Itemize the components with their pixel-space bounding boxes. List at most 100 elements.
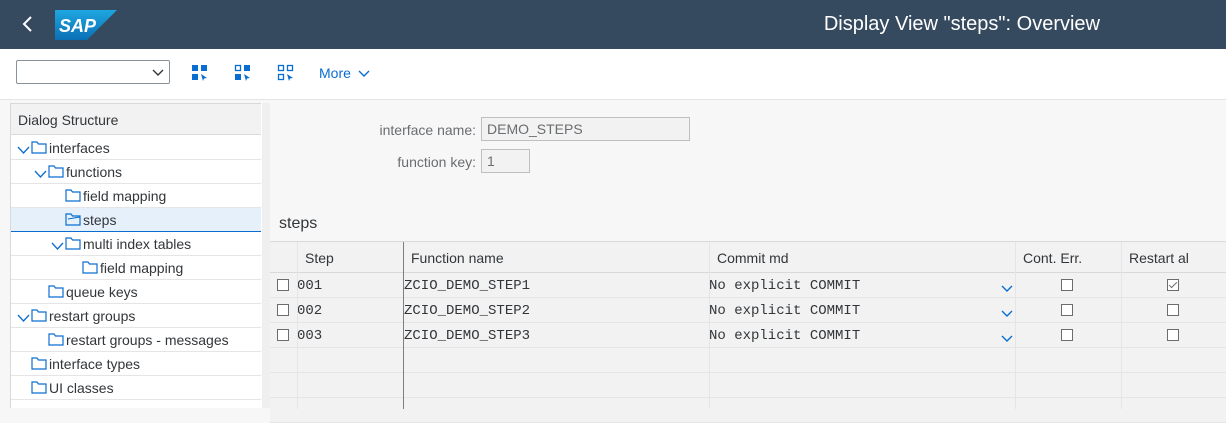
- folder-icon: [31, 308, 47, 322]
- dropdown-chevron-icon[interactable]: [1001, 305, 1013, 317]
- tree-item[interactable]: functions: [11, 160, 261, 184]
- step-cell: 001: [297, 278, 323, 294]
- tree-item-label: multi index tables: [83, 236, 192, 252]
- panel-splitter[interactable]: [262, 103, 270, 408]
- interface-name-label: interface name:: [379, 122, 477, 138]
- column-header-commit-md-label: Commit md: [717, 250, 789, 266]
- function-name-cell: ZCIO_DEMO_STEP3: [404, 328, 531, 344]
- tree-item[interactable]: restart groups: [11, 304, 261, 328]
- deselect-all-icon[interactable]: [277, 64, 295, 82]
- table-row-empty[interactable]: [270, 348, 1226, 373]
- tree-item[interactable]: field mapping: [11, 256, 261, 280]
- column-header-step[interactable]: Step: [297, 242, 403, 273]
- tree-item-label: functions: [66, 164, 123, 180]
- application-toolbar: More: [0, 49, 1226, 100]
- tree-item[interactable]: interfaces: [11, 136, 261, 160]
- table-row[interactable]: 002 ZCIO_DEMO_STEP2 No explicit COMMIT: [270, 298, 1226, 323]
- folder-icon: [31, 140, 47, 154]
- restart-al-checkbox[interactable]: [1167, 304, 1179, 316]
- commit-md-cell[interactable]: No explicit COMMIT: [709, 328, 860, 344]
- tree-item[interactable]: multi index tables: [11, 232, 261, 256]
- column-header-cont-err-label: Cont. Err.: [1023, 250, 1083, 266]
- column-header-commit-md[interactable]: Commit md: [709, 242, 1015, 273]
- dropdown-chevron-icon[interactable]: [1001, 280, 1013, 292]
- row-select-checkbox[interactable]: [277, 279, 289, 291]
- restart-al-checkbox[interactable]: [1167, 329, 1179, 341]
- row-selector-header[interactable]: [270, 242, 297, 273]
- tree-item-label: steps: [83, 212, 117, 228]
- back-arrow-icon[interactable]: [18, 13, 38, 35]
- row-select-checkbox[interactable]: [277, 304, 289, 316]
- sap-logo[interactable]: SAP: [55, 10, 117, 40]
- command-field[interactable]: [16, 60, 170, 84]
- dialog-structure-panel: Dialog Structure interfaces functions fiel…: [10, 103, 264, 408]
- column-header-restart-al[interactable]: Restart al: [1121, 242, 1226, 273]
- table-row[interactable]: 003 ZCIO_DEMO_STEP3 No explicit COMMIT: [270, 323, 1226, 348]
- expand-chevron-icon[interactable]: [17, 142, 30, 154]
- tree-item-label: field mapping: [100, 260, 184, 276]
- table-row-empty[interactable]: [270, 398, 1226, 423]
- page-title: Display View "steps": Overview: [823, 13, 1100, 35]
- folder-icon: [65, 236, 81, 250]
- folder-open-icon: [65, 212, 81, 226]
- tree-item[interactable]: UI classes: [11, 376, 261, 400]
- folder-icon: [48, 284, 64, 298]
- folder-icon: [65, 188, 81, 202]
- column-divider: [1015, 242, 1016, 409]
- tree-item-label: field mapping: [83, 188, 167, 204]
- tree-item-label: queue keys: [66, 284, 138, 300]
- tree-item[interactable]: steps: [11, 208, 261, 232]
- tree-item[interactable]: interface types: [11, 352, 261, 376]
- column-header-step-label: Step: [305, 250, 334, 266]
- table-title: steps: [279, 215, 318, 232]
- sap-logo-text: SAP: [59, 16, 97, 36]
- commit-md-cell[interactable]: No explicit COMMIT: [709, 278, 860, 294]
- column-header-restart-al-label: Restart al: [1129, 250, 1189, 266]
- table-row[interactable]: 001 ZCIO_DEMO_STEP1 No explicit COMMIT: [270, 273, 1226, 298]
- column-divider: [1121, 242, 1122, 409]
- tree-item[interactable]: restart groups - messages: [11, 328, 261, 352]
- row-select-checkbox[interactable]: [277, 329, 289, 341]
- tree-item-label: interfaces: [49, 140, 110, 156]
- tree-item-label: restart groups: [49, 308, 136, 324]
- tree-item-label: restart groups - messages: [66, 332, 229, 348]
- select-all-icon[interactable]: [191, 64, 209, 82]
- interface-name-field[interactable]: DEMO_STEPS: [481, 117, 690, 141]
- cont-err-checkbox[interactable]: [1061, 304, 1073, 316]
- cont-err-checkbox[interactable]: [1061, 279, 1073, 291]
- folder-icon: [31, 356, 47, 370]
- tree-item-label: UI classes: [49, 380, 114, 396]
- shell-bar: SAP Display View "steps": Overview: [0, 0, 1226, 49]
- column-header-function-name-label: Function name: [411, 250, 504, 266]
- more-menu-button[interactable]: More: [319, 65, 370, 81]
- expand-chevron-icon[interactable]: [51, 238, 64, 250]
- dialog-structure-title: Dialog Structure: [18, 112, 119, 128]
- more-label: More: [319, 65, 351, 81]
- restart-al-checkbox[interactable]: [1167, 279, 1179, 291]
- select-block-icon[interactable]: [234, 64, 252, 82]
- function-name-cell: ZCIO_DEMO_STEP2: [404, 303, 531, 319]
- function-name-cell: ZCIO_DEMO_STEP1: [404, 278, 531, 294]
- chevron-down-icon: [358, 70, 370, 78]
- dropdown-chevron-icon[interactable]: [1001, 330, 1013, 342]
- expand-chevron-icon[interactable]: [17, 310, 30, 322]
- function-key-field[interactable]: 1: [481, 149, 530, 173]
- column-divider: [709, 242, 710, 409]
- dialog-structure-header: Dialog Structure: [11, 103, 261, 135]
- chevron-down-icon[interactable]: [151, 65, 165, 79]
- cont-err-checkbox[interactable]: [1061, 329, 1073, 341]
- tree-item[interactable]: field mapping: [11, 184, 261, 208]
- folder-icon: [31, 380, 47, 394]
- function-key-label: function key:: [397, 154, 476, 170]
- expand-chevron-icon[interactable]: [34, 166, 47, 178]
- column-header-cont-err[interactable]: Cont. Err.: [1015, 242, 1121, 273]
- steps-table: Step Function name Commit md Cont. Err. …: [270, 241, 1226, 423]
- column-header-function-name[interactable]: Function name: [403, 242, 709, 273]
- fixed-column-divider: [403, 242, 404, 409]
- folder-icon: [48, 332, 64, 346]
- commit-md-cell[interactable]: No explicit COMMIT: [709, 303, 860, 319]
- tree-item[interactable]: queue keys: [11, 280, 261, 304]
- folder-icon: [48, 164, 64, 178]
- column-divider: [297, 242, 298, 409]
- table-row-empty[interactable]: [270, 373, 1226, 398]
